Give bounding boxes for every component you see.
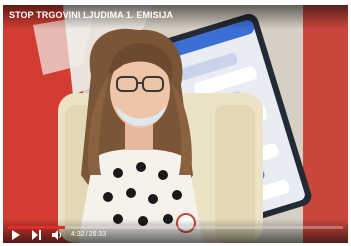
play-button[interactable] [11, 229, 21, 241]
play-icon [12, 230, 20, 240]
time-display: 4:32/26:33 [71, 229, 106, 241]
player-controls: 4:32/26:33 [3, 219, 348, 243]
video-title[interactable]: STOP TRGOVINI LJUDIMA 1. EMISIJA [9, 10, 173, 20]
video-player[interactable]: STOP TRGOVINI LJUDIMA 1. EMISIJA 4:32/26… [3, 5, 348, 243]
video-frame-image [3, 5, 348, 243]
current-time: 4:32 [71, 231, 85, 238]
next-icon [32, 230, 41, 240]
next-button[interactable] [31, 229, 42, 241]
duration: 26:33 [88, 231, 107, 238]
video-frame: STOP TRGOVINI LJUDIMA 1. EMISIJA 4:32/26… [0, 0, 351, 246]
volume-icon [52, 230, 62, 240]
time-separator: / [85, 231, 88, 238]
video-title-bar: STOP TRGOVINI LJUDIMA 1. EMISIJA [3, 5, 348, 29]
volume-button[interactable] [51, 229, 63, 241]
